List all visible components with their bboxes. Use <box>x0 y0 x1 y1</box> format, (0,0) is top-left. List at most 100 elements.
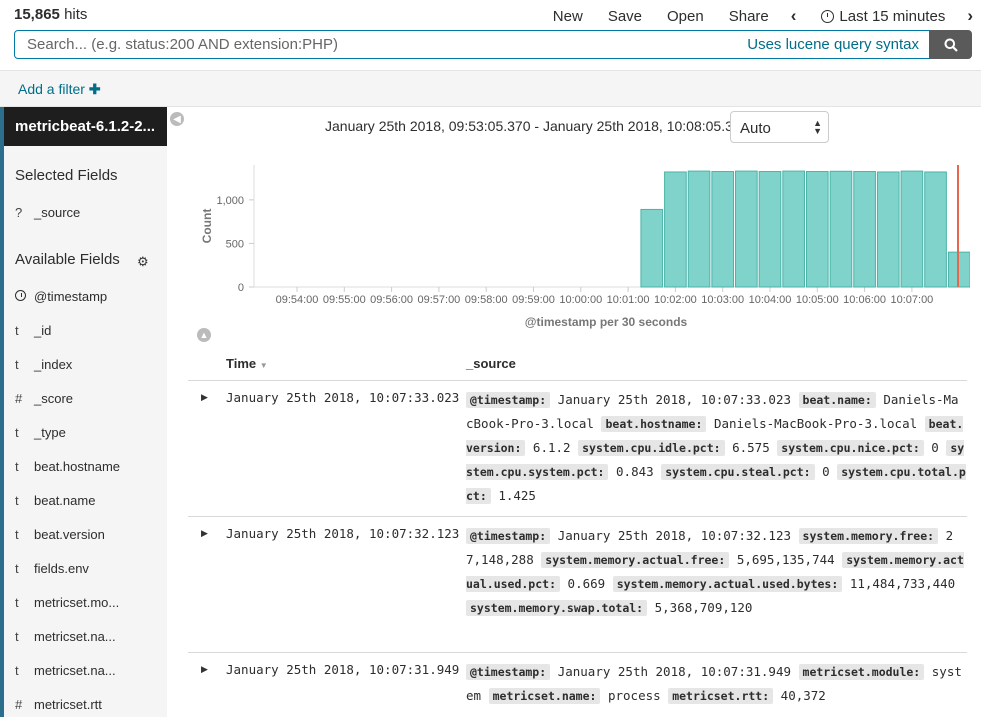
time-picker-button[interactable]: Last 15 minutes <box>821 8 945 25</box>
sidebar-field-item[interactable]: t metricset.na... <box>15 629 116 644</box>
row-time: January 25th 2018, 10:07:32.123 <box>226 526 460 541</box>
interval-select[interactable]: Auto ▲ ▼ <box>730 111 829 143</box>
lucene-syntax-link[interactable]: Uses lucene query syntax <box>747 36 919 53</box>
source-field-key: metricset.module: <box>798 664 925 680</box>
source-field: @timestamp: January 25th 2018, 10:07:33.… <box>466 392 791 408</box>
string-type-icon: t <box>15 459 19 474</box>
field-source[interactable]: ? _source <box>15 205 80 220</box>
source-field: system.cpu.idle.pct: 6.575 <box>578 440 770 456</box>
source-field-key: system.memory.actual.used.bytes: <box>612 576 843 592</box>
field-name: _source <box>34 205 81 220</box>
interval-value: Auto <box>740 120 771 137</box>
add-filter-button[interactable]: Add a filter ✚ <box>18 81 101 98</box>
source-field-value: 0.669 <box>567 576 606 591</box>
sort-down-icon[interactable]: ▼ <box>260 361 268 370</box>
expand-row-icon[interactable]: ▶ <box>201 528 208 539</box>
row-source: @timestamp: January 25th 2018, 10:07:33.… <box>466 388 966 508</box>
new-button[interactable]: New <box>553 8 583 25</box>
search-bar: Uses lucene query syntax <box>14 30 930 59</box>
source-field: @timestamp: January 25th 2018, 10:07:32.… <box>466 528 791 544</box>
collapse-chart-button[interactable]: ▲ <box>197 328 211 342</box>
histogram-chart: 0 500 1,000Count 09:54:00 09:55:00 09:56:00 09… <box>200 165 970 329</box>
source-field-value: 0 <box>931 440 939 455</box>
histogram-bar <box>876 171 900 288</box>
y-tick-label: 500 <box>226 238 244 250</box>
source-field: beat.hostname: Daniels-MacBook-Pro-3.loc… <box>601 416 917 432</box>
y-axis-label: Count <box>200 209 214 244</box>
index-pattern-selector[interactable]: metricbeat-6.1.2-2... <box>4 107 167 146</box>
source-field-value: 6.1.2 <box>532 440 571 455</box>
row-source: @timestamp: January 25th 2018, 10:07:31.… <box>466 660 966 708</box>
x-tick-label: 10:02:00 <box>654 294 697 306</box>
source-field-value: 0.843 <box>616 464 654 479</box>
sidebar-field-item[interactable]: t fields.env <box>15 561 89 576</box>
x-tick-label: 09:54:00 <box>276 294 319 306</box>
row-time: January 25th 2018, 10:07:31.949 <box>226 662 460 677</box>
sidebar-field-item[interactable]: @timestamp <box>15 289 107 304</box>
top-bar: 15,865 hits New Save Open Share ‹ Last 1… <box>0 0 981 30</box>
field-name: fields.env <box>34 561 89 576</box>
chevron-right-icon[interactable]: › <box>967 6 973 26</box>
sidebar-field-item[interactable]: # _score <box>15 391 73 406</box>
share-button[interactable]: Share <box>729 8 769 25</box>
source-field: metricset.rtt: 40,372 <box>668 688 826 704</box>
top-nav: New Save Open Share ‹ Last 15 minutes › <box>528 6 973 26</box>
sidebar-field-item[interactable]: t _index <box>15 357 72 372</box>
x-tick-label: 10:07:00 <box>890 294 933 306</box>
gear-icon[interactable]: ⚙ <box>137 254 149 270</box>
source-field-key: metricset.rtt: <box>668 688 774 704</box>
source-field-key: system.cpu.idle.pct: <box>578 440 725 456</box>
source-field: system.cpu.steal.pct: 0 <box>661 464 830 480</box>
expand-row-icon[interactable]: ▶ <box>201 392 208 403</box>
x-tick-label: 10:01:00 <box>607 294 650 306</box>
sidebar-field-item[interactable]: t _type <box>15 425 66 440</box>
number-type-icon: # <box>15 391 23 406</box>
field-name: _index <box>34 357 73 372</box>
sidebar-field-item[interactable]: t beat.version <box>15 527 105 542</box>
open-button[interactable]: Open <box>667 8 704 25</box>
filter-bar: Add a filter ✚ <box>0 70 981 107</box>
sidebar-field-item[interactable]: # metricset.rtt <box>15 697 102 712</box>
x-tick-label: 09:57:00 <box>417 294 460 306</box>
save-button[interactable]: Save <box>608 8 642 25</box>
source-field-key: @timestamp: <box>466 528 551 544</box>
string-type-icon: t <box>15 527 19 542</box>
search-input[interactable] <box>15 31 715 58</box>
string-type-icon: t <box>15 629 19 644</box>
plus-icon: ✚ <box>88 81 101 97</box>
source-field: system.memory.swap.total: 5,368,709,120 <box>466 600 752 616</box>
expand-row-icon[interactable]: ▶ <box>201 664 208 675</box>
column-header-time[interactable]: Time ▼ <box>226 356 268 371</box>
source-field-key: beat.name: <box>798 392 876 408</box>
string-type-icon: t <box>15 493 19 508</box>
histogram-bar <box>805 171 829 288</box>
source-field-value: 11,484,733,440 <box>849 576 956 591</box>
field-name: metricset.na... <box>34 663 116 678</box>
x-tick-label: 10:06:00 <box>843 294 886 306</box>
field-name: metricset.na... <box>34 629 116 644</box>
sidebar-field-item[interactable]: t metricset.na... <box>15 663 116 678</box>
clock-icon <box>821 9 835 23</box>
x-tick-label: 10:00:00 <box>559 294 602 306</box>
source-field-key: @timestamp: <box>466 392 551 408</box>
histogram-bar <box>900 170 924 288</box>
source-field-key: system.cpu.steal.pct: <box>661 464 815 480</box>
hits-label: hits <box>64 6 88 23</box>
histogram-bar <box>829 170 853 288</box>
sidebar-field-item[interactable]: t _id <box>15 323 51 338</box>
x-tick-label: 09:55:00 <box>323 294 366 306</box>
sidebar-field-item[interactable]: t beat.hostname <box>15 459 120 474</box>
source-field-value: 1.425 <box>498 488 536 503</box>
chevron-left-icon[interactable]: ‹ <box>791 6 797 26</box>
sidebar-field-item[interactable]: t beat.name <box>15 493 95 508</box>
histogram-bar <box>758 171 782 288</box>
collapse-sidebar-button[interactable]: ◀ <box>170 112 184 126</box>
row-time: January 25th 2018, 10:07:33.023 <box>226 390 460 405</box>
sidebar-field-item[interactable]: t metricset.mo... <box>15 595 119 610</box>
field-name: beat.name <box>34 493 96 508</box>
search-button[interactable] <box>929 30 972 59</box>
x-tick-label: 10:03:00 <box>701 294 744 306</box>
x-tick-label: 09:59:00 <box>512 294 555 306</box>
now-marker-line <box>957 165 959 287</box>
string-type-icon: t <box>15 595 19 610</box>
